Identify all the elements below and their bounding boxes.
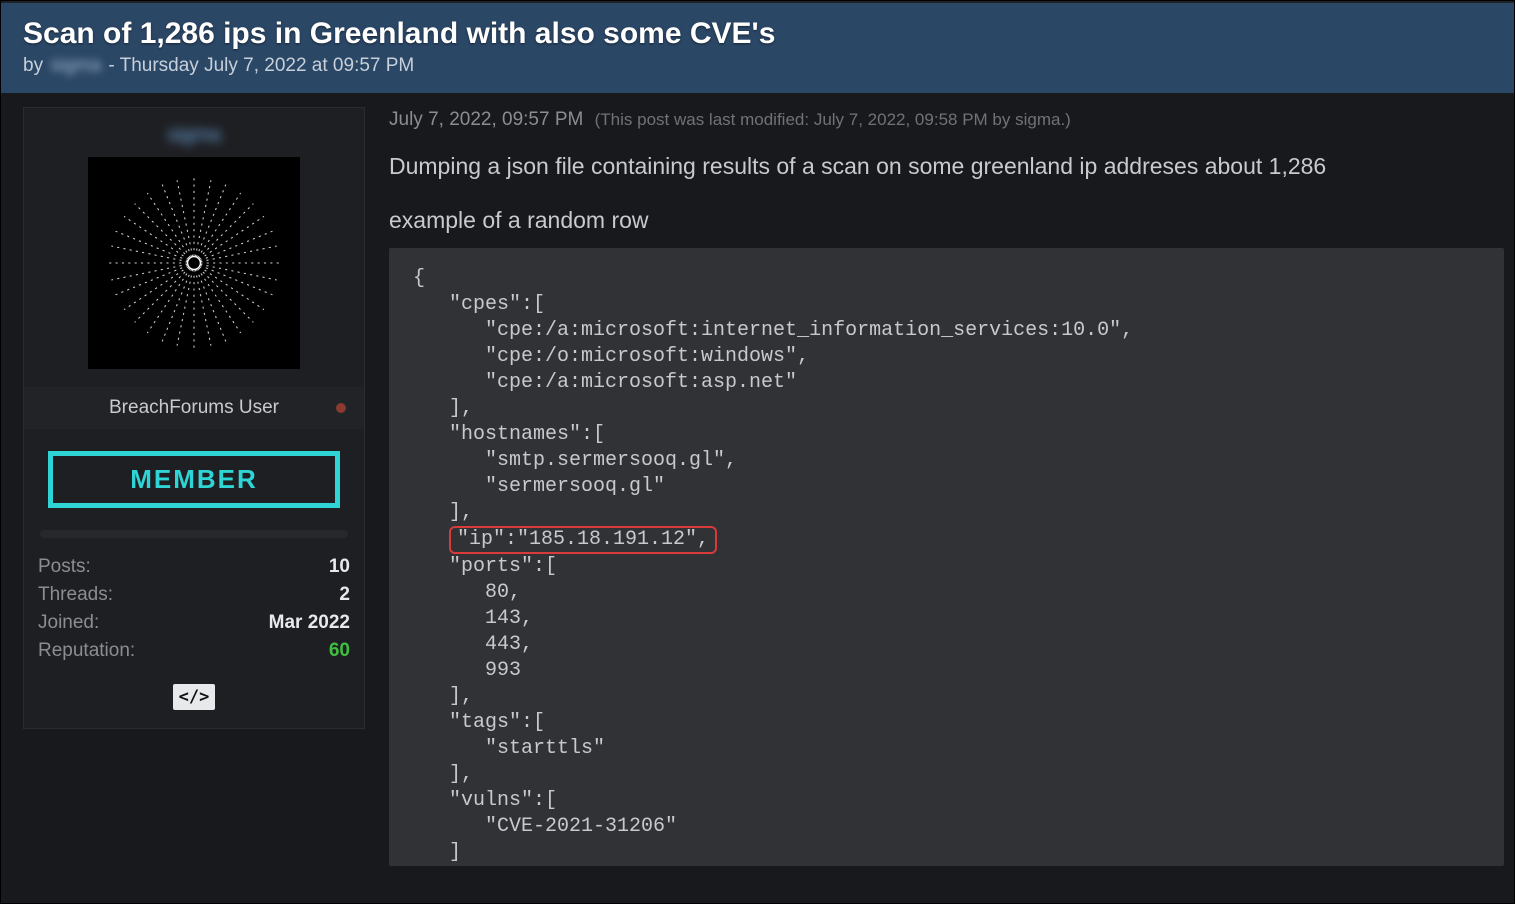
user-name[interactable]: sigma [38,124,350,147]
by-label: by [23,55,43,76]
member-badge: MEMBER [48,451,340,508]
thread-header: Scan of 1,286 ips in Greenland with also… [1,1,1514,93]
post-meta: July 7, 2022, 09:57 PM (This post was la… [389,109,1504,131]
post-body: July 7, 2022, 09:57 PM (This post was la… [389,107,1504,866]
highlighted-ip: "ip":"185.18.191.12", [449,526,717,554]
stat-value: Mar 2022 [269,612,350,634]
stat-value[interactable]: 2 [339,584,350,606]
user-card: sigma [23,107,365,729]
post-text-line2: example of a random row [389,203,1504,239]
user-role-bar: BreachForums User [24,387,364,429]
user-role: BreachForums User [109,397,279,419]
post-text-line1: Dumping a json file containing results o… [389,149,1504,185]
post-modified-note: (This post was last modified: July 7, 20… [595,110,1071,129]
avatar-image [88,157,300,369]
thread-title: Scan of 1,286 ips in Greenland with also… [23,17,1492,51]
stat-joined: Joined: Mar 2022 [38,612,350,634]
stat-label: Threads: [38,584,113,606]
stat-label: Posts: [38,556,91,578]
stat-label: Joined: [38,612,99,634]
stat-posts: Posts: 10 [38,556,350,578]
post-time[interactable]: July 7, 2022, 09:57 PM [389,109,583,130]
online-status-icon [336,403,346,413]
thread-timestamp: - Thursday July 7, 2022 at 09:57 PM [108,55,414,76]
avatar[interactable] [88,157,300,369]
stat-value[interactable]: 10 [329,556,350,578]
thread-byline: by sigma - Thursday July 7, 2022 at 09:5… [23,55,1492,77]
thread-author[interactable]: sigma [48,55,103,76]
divider [40,530,348,538]
stat-label: Reputation: [38,640,135,662]
stat-value[interactable]: 60 [329,640,350,662]
code-icon[interactable]: </> [173,684,216,710]
stat-reputation: Reputation: 60 [38,640,350,662]
code-block: { "cpes":[ "cpe:/a:microsoft:internet_in… [389,248,1504,866]
code-content: { "cpes":[ "cpe:/a:microsoft:internet_in… [413,266,1480,866]
stat-threads: Threads: 2 [38,584,350,606]
